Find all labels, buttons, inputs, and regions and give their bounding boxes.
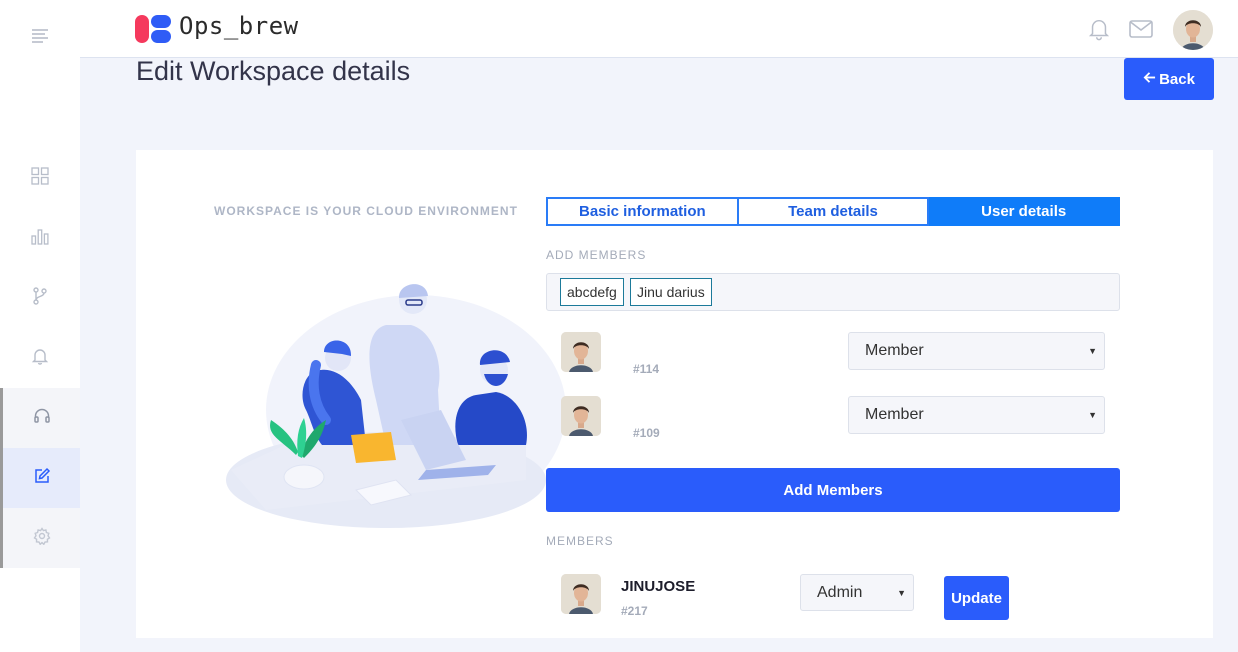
role-select[interactable]: Member ▼ (848, 396, 1105, 434)
members-label: MEMBERS (546, 534, 614, 548)
tab-basic-information[interactable]: Basic information (546, 197, 739, 226)
sidebar-item-notifications[interactable] (0, 328, 80, 388)
menu-icon (31, 27, 49, 49)
edit-icon (33, 467, 51, 489)
member-tag[interactable]: abcdefg (560, 278, 624, 306)
git-branch-icon (31, 287, 49, 309)
pending-member-row: #109 Member ▼ (546, 396, 1120, 440)
tab-user-details[interactable]: User details (929, 197, 1121, 226)
member-name: JINUJOSE (621, 578, 696, 595)
user-avatar[interactable] (1173, 10, 1213, 50)
role-select[interactable]: Member ▼ (848, 332, 1105, 370)
menu-toggle-button[interactable] (0, 8, 80, 68)
illustration-title: WORKSPACE IS YOUR CLOUD ENVIRONMENT (214, 204, 518, 218)
member-avatar (561, 574, 601, 614)
role-select-value: Member (865, 342, 924, 359)
bar-chart-icon (31, 227, 49, 249)
caret-down-icon: ▼ (1088, 346, 1097, 356)
back-label: Back (1159, 70, 1195, 88)
headset-icon (33, 407, 51, 429)
top-header: Ops_brew (80, 0, 1238, 58)
grid-icon (31, 167, 49, 189)
member-id: #114 (633, 362, 660, 376)
role-select-value: Admin (817, 583, 863, 601)
add-members-label: ADD MEMBERS (546, 248, 647, 262)
brand-logo[interactable] (135, 13, 171, 45)
page-title: Edit Workspace details (136, 56, 411, 86)
arrow-left-icon (1143, 71, 1156, 88)
caret-down-icon: ▼ (1088, 410, 1097, 420)
sidebar-item-edit[interactable] (0, 448, 80, 508)
update-button[interactable]: Update (944, 576, 1009, 620)
bell-icon[interactable] (1086, 16, 1112, 42)
sidebar-item-support[interactable] (0, 388, 80, 448)
member-id: #109 (633, 426, 660, 440)
bell-icon (31, 347, 49, 369)
role-select-value: Member (865, 406, 924, 423)
back-button[interactable]: Back (1124, 58, 1214, 100)
member-id: #217 (621, 604, 648, 618)
brand-name[interactable]: Ops_brew (179, 12, 299, 40)
pending-member-row: #114 Member ▼ (546, 332, 1120, 376)
caret-down-icon: ▼ (897, 587, 906, 598)
member-avatar (561, 396, 601, 436)
team-illustration (226, 270, 566, 530)
member-avatar (561, 332, 601, 372)
sidebar-item-analytics[interactable] (0, 208, 80, 268)
sidebar-item-branches[interactable] (0, 268, 80, 328)
add-members-button[interactable]: Add Members (546, 468, 1120, 512)
mail-icon[interactable] (1128, 16, 1154, 42)
tab-team-details[interactable]: Team details (738, 197, 930, 226)
sidebar (0, 0, 80, 652)
role-select[interactable]: Admin ▼ (800, 574, 914, 611)
workspace-card: WORKSPACE IS YOUR CLOUD ENVIRONMENT Basi… (136, 150, 1213, 638)
member-tag[interactable]: Jinu darius (630, 278, 712, 306)
sidebar-item-settings[interactable] (0, 508, 80, 568)
detail-tabs: Basic information Team details User deta… (546, 197, 1121, 226)
settings-icon (33, 527, 51, 549)
sidebar-item-dashboard[interactable] (0, 148, 80, 208)
member-tag-input[interactable]: abcdefg Jinu darius (546, 273, 1120, 311)
